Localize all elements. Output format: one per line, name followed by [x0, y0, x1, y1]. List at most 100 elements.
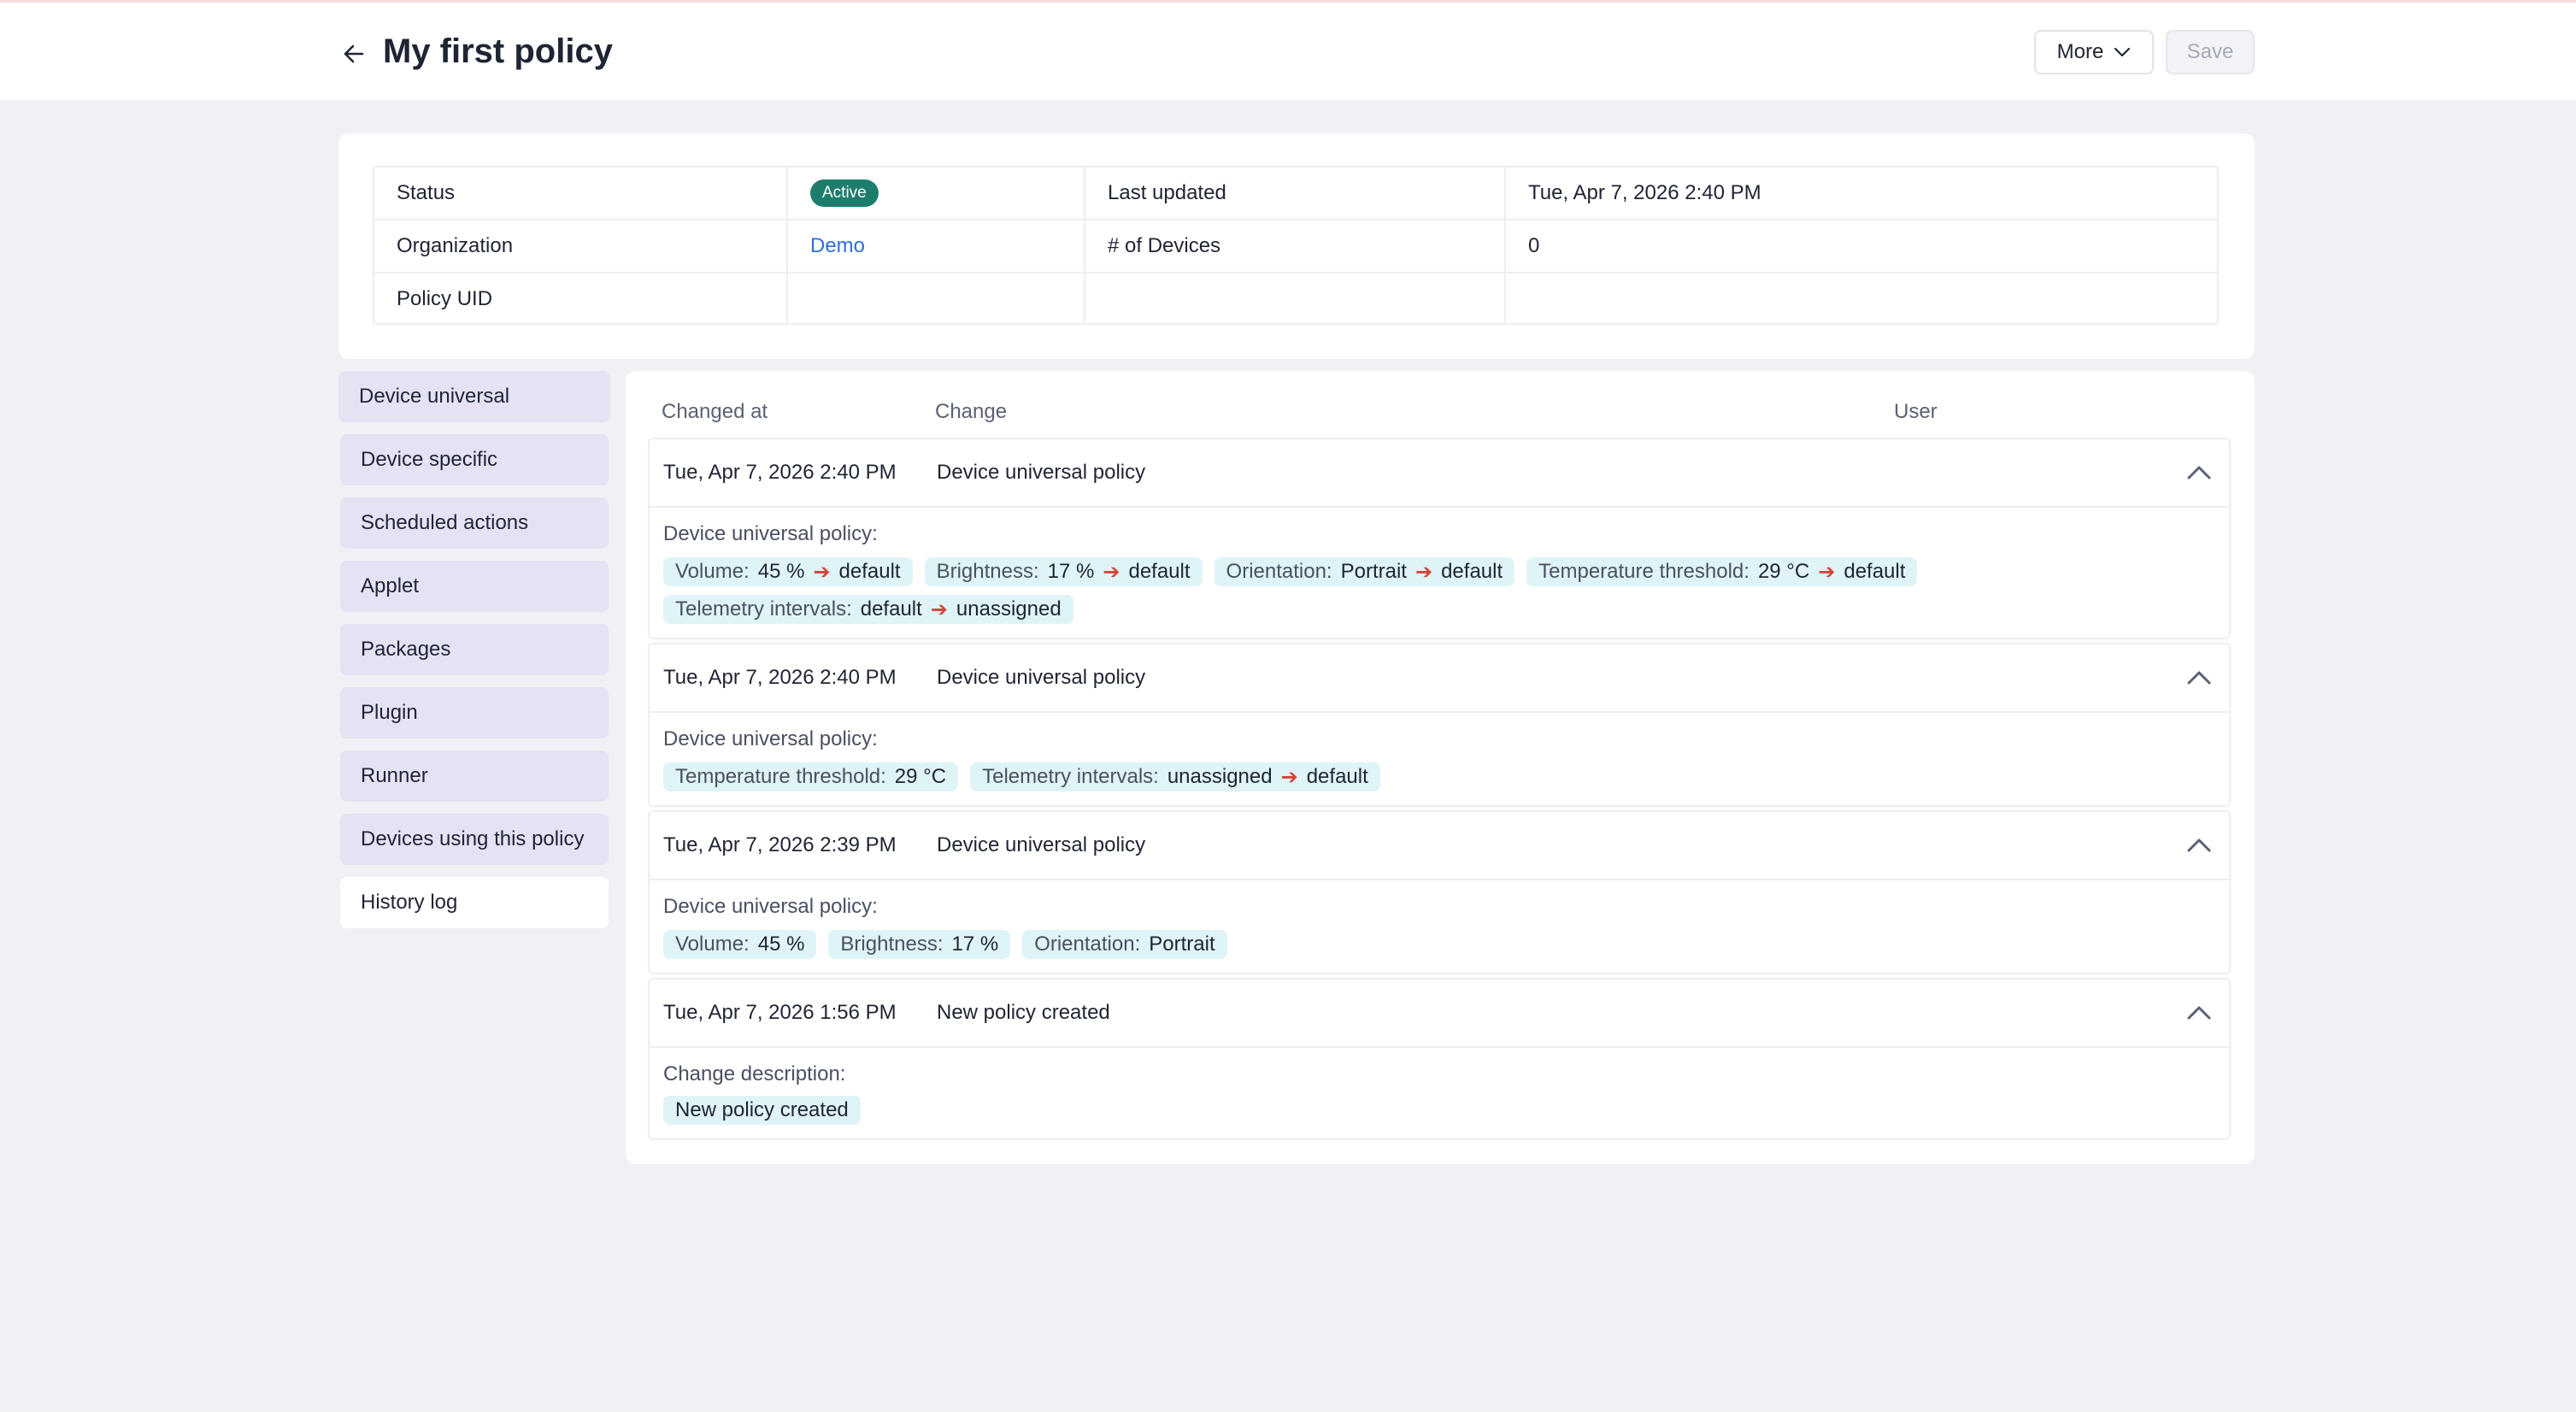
- change-chip: Orientation: Portrait ➔ default: [1214, 557, 1515, 586]
- history-entry: Tue, Apr 7, 2026 2:39 PM Device universa…: [648, 810, 2231, 974]
- chevron-up-icon[interactable]: [2186, 667, 2212, 689]
- change-chip: Temperature threshold: 29 °C: [663, 762, 959, 791]
- save-button[interactable]: Save: [2166, 30, 2255, 74]
- chip-from: unassigned: [1167, 765, 1273, 788]
- sidebar-item-runner[interactable]: Runner: [340, 750, 609, 802]
- chip-to: default: [1306, 765, 1368, 788]
- info-row-organization: Organization Demo # of Devices 0: [374, 221, 2217, 274]
- chip-value: 29 °C: [894, 765, 947, 788]
- change-chip: Telemetry intervals: unassigned ➔ default: [970, 762, 1380, 791]
- chip-from: Portrait: [1340, 560, 1407, 583]
- history-entry-header[interactable]: Tue, Apr 7, 2026 1:56 PM New policy crea…: [650, 980, 2229, 1048]
- devices-count-label: # of Devices: [1108, 234, 1221, 257]
- change-chip: Volume: 45 % ➔ default: [663, 557, 913, 586]
- change-chip-row: Volume: 45 % Brightness: 17 % Orientation:…: [663, 930, 2229, 959]
- history-entry: Tue, Apr 7, 2026 1:56 PM New policy crea…: [648, 978, 2231, 1140]
- chip-key: Orientation:: [1034, 933, 1141, 956]
- sidebar-item-applet[interactable]: Applet: [340, 561, 609, 612]
- chip-from: 45 %: [757, 560, 805, 583]
- arrow-right-icon: ➔: [1280, 765, 1298, 789]
- entry-body-label: Device universal policy:: [663, 895, 878, 918]
- history-entry-body: Device universal policy: Volume: 45 % ➔ def…: [650, 508, 2229, 624]
- history-entry-header[interactable]: Tue, Apr 7, 2026 2:39 PM Device universa…: [650, 812, 2229, 880]
- change-chip-row: Telemetry intervals: default ➔ unassigned: [663, 595, 2229, 624]
- entry-date: Tue, Apr 7, 2026 2:39 PM: [663, 833, 897, 856]
- sidebar-item-scheduled-actions[interactable]: Scheduled actions: [340, 497, 609, 549]
- organization-link[interactable]: Demo: [788, 221, 865, 272]
- chip-key: Brightness:: [840, 933, 944, 956]
- policy-info-table: Status Active Last updated Tue, Apr 7, 2…: [373, 166, 2219, 325]
- chip-from: 17 %: [1047, 560, 1095, 583]
- chip-value: 45 %: [757, 933, 805, 956]
- chip-to: default: [838, 560, 901, 583]
- sidebar-item-packages[interactable]: Packages: [340, 624, 609, 675]
- change-chip: Temperature threshold: 29 °C ➔ default: [1526, 557, 1918, 586]
- more-button[interactable]: More: [2034, 30, 2154, 74]
- chip-key: Telemetry intervals:: [982, 765, 1159, 788]
- chip-value: 17 %: [951, 933, 999, 956]
- sidebar-item-device-specific[interactable]: Device specific: [340, 434, 609, 485]
- policy-uid-label: Policy UID: [397, 287, 493, 310]
- entry-date: Tue, Apr 7, 2026 1:56 PM: [663, 1001, 897, 1024]
- chip-key: Temperature threshold:: [1538, 560, 1750, 583]
- column-header-user: User: [1894, 400, 1938, 423]
- page-header: My first policy More Save: [0, 3, 2576, 100]
- page-title: My first policy: [383, 32, 613, 70]
- entry-date: Tue, Apr 7, 2026 2:40 PM: [663, 666, 897, 689]
- chip-value: New policy created: [675, 1098, 849, 1121]
- change-chip: New policy created: [663, 1096, 861, 1125]
- change-chip: Volume: 45 %: [663, 930, 817, 959]
- sidebar-item-device-universal[interactable]: Device universal: [338, 371, 610, 422]
- chip-key: Temperature threshold:: [675, 765, 886, 788]
- chip-key: Brightness:: [936, 560, 1039, 583]
- entry-change: New policy created: [937, 1001, 1110, 1024]
- chip-to: default: [1441, 560, 1503, 583]
- entry-body-label: Change description:: [663, 1062, 846, 1085]
- policy-info-card: Status Active Last updated Tue, Apr 7, 2…: [338, 133, 2255, 359]
- history-log-panel: Changed at Change User Tue, Apr 7, 2026 …: [626, 371, 2255, 1164]
- column-header-changed-at: Changed at: [662, 400, 768, 423]
- entry-date: Tue, Apr 7, 2026 2:40 PM: [663, 461, 897, 484]
- change-chip-row: Volume: 45 % ➔ default Brightness: 17 % ➔ defa…: [663, 557, 2229, 586]
- sidebar-item-devices-using-policy[interactable]: Devices using this policy: [340, 814, 609, 865]
- arrow-right-icon: ➔: [930, 597, 948, 621]
- history-entry-header[interactable]: Tue, Apr 7, 2026 2:40 PM Device universa…: [650, 439, 2229, 508]
- history-entry-body: Change description: New policy created: [650, 1048, 2229, 1125]
- chip-to: unassigned: [956, 597, 1062, 621]
- entry-body-label: Device universal policy:: [663, 522, 878, 545]
- entry-body-label: Device universal policy:: [663, 727, 878, 750]
- history-entry-body: Device universal policy: Temperature thr…: [650, 713, 2229, 791]
- history-entry: Tue, Apr 7, 2026 2:40 PM Device universa…: [648, 438, 2231, 639]
- arrow-right-icon: ➔: [1103, 560, 1120, 584]
- chip-to: default: [1844, 560, 1906, 583]
- chip-from: default: [860, 597, 922, 621]
- sidebar-item-plugin[interactable]: Plugin: [340, 687, 609, 738]
- organization-label: Organization: [397, 234, 514, 257]
- status-cell: Active: [788, 168, 879, 219]
- more-button-label: More: [2056, 40, 2104, 63]
- change-chip-row: Temperature threshold: 29 °C Telemetry in…: [663, 762, 2229, 791]
- chip-key: Volume:: [675, 560, 750, 583]
- history-entry-body: Device universal policy: Volume: 45 % Bri…: [650, 880, 2229, 959]
- chip-from: 29 °C: [1757, 560, 1810, 583]
- change-chip: Brightness: 17 %: [828, 930, 1011, 959]
- chevron-up-icon[interactable]: [2186, 834, 2212, 856]
- chevron-up-icon[interactable]: [2186, 462, 2212, 484]
- chip-key: Orientation:: [1226, 560, 1332, 583]
- change-chip-row: New policy created: [663, 1096, 2229, 1125]
- chip-to: default: [1128, 560, 1191, 583]
- entry-change: Device universal policy: [937, 461, 1146, 484]
- entry-change: Device universal policy: [937, 833, 1146, 856]
- chip-key: Volume:: [675, 933, 750, 956]
- chip-value: Portrait: [1149, 933, 1215, 956]
- info-row-status: Status Active Last updated Tue, Apr 7, 2…: [374, 168, 2217, 221]
- history-entry-header[interactable]: Tue, Apr 7, 2026 2:40 PM Device universa…: [650, 644, 2229, 713]
- back-button[interactable]: [337, 37, 371, 71]
- chevron-up-icon[interactable]: [2186, 1002, 2212, 1024]
- entry-change: Device universal policy: [937, 666, 1146, 689]
- change-chip: Orientation: Portrait: [1022, 930, 1227, 959]
- change-chip: Telemetry intervals: default ➔ unassigned: [663, 595, 1073, 624]
- sidebar-item-history-log[interactable]: History log: [340, 877, 609, 928]
- devices-count-value: 0: [1528, 234, 1540, 257]
- history-entry: Tue, Apr 7, 2026 2:40 PM Device universa…: [648, 643, 2231, 807]
